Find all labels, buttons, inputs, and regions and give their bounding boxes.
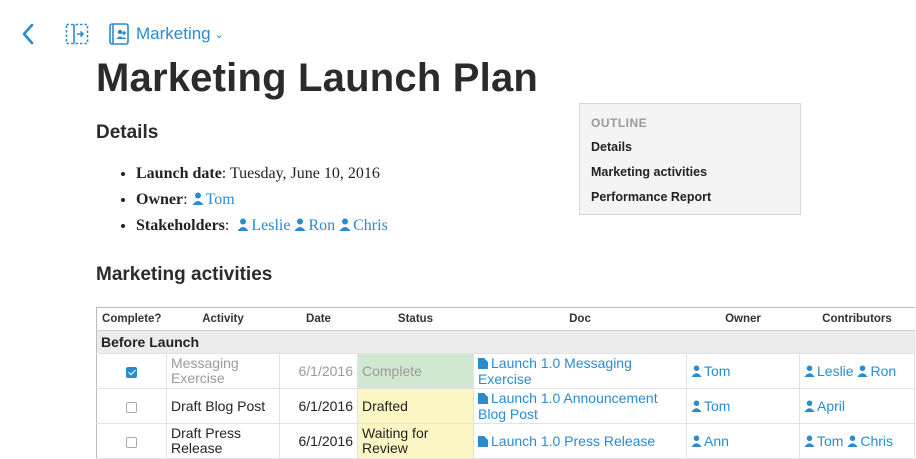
column-header[interactable]: Status xyxy=(357,307,474,331)
group-label: Before Launch xyxy=(96,330,915,354)
doc-link[interactable]: Launch 1.0 Press Release xyxy=(478,433,655,449)
stakeholder-mention[interactable]: Chris xyxy=(339,217,388,234)
stakeholders-item: Stakeholders: Leslie Ron Chris xyxy=(136,214,388,240)
person-icon xyxy=(804,365,815,377)
column-header[interactable]: Doc xyxy=(473,307,687,331)
doc-cell: Launch 1.0 Press Release xyxy=(473,423,687,459)
status-cell[interactable]: Drafted xyxy=(357,388,474,424)
launch-date-value: Tuesday, June 10, 2016 xyxy=(229,165,380,182)
table-row: Draft Blog Post 6/1/2016 Drafted Launch … xyxy=(96,388,915,424)
person-icon xyxy=(339,218,351,231)
marketing-activities-heading: Marketing activities xyxy=(96,264,273,285)
person-icon xyxy=(804,400,815,412)
complete-checkbox[interactable] xyxy=(126,401,137,413)
column-header[interactable]: Complete? xyxy=(96,307,167,331)
owner-mention[interactable]: Tom xyxy=(691,398,730,414)
document-icon xyxy=(478,393,488,404)
launch-date-label: Launch date xyxy=(136,165,222,182)
contributor-mention[interactable]: Chris xyxy=(847,433,893,449)
chevron-left-icon xyxy=(22,23,34,45)
contributor-mention[interactable]: Ron xyxy=(857,363,896,379)
date-cell[interactable]: 6/1/2016 xyxy=(279,353,358,389)
person-icon xyxy=(857,365,869,377)
person-icon xyxy=(804,435,815,447)
date-cell[interactable]: 6/1/2016 xyxy=(279,388,358,424)
contributor-mention[interactable]: Leslie xyxy=(804,363,854,379)
contributor-mention[interactable]: April xyxy=(804,398,845,414)
complete-cell xyxy=(96,423,167,459)
column-header[interactable]: Activity xyxy=(166,307,280,331)
doc-cell: Launch 1.0 Messaging Exercise xyxy=(473,353,687,389)
owner-mention[interactable]: Tom xyxy=(691,363,730,379)
date-cell[interactable]: 6/1/2016 xyxy=(279,423,358,459)
owner-label: Owner xyxy=(136,191,184,208)
owner-cell: Tom xyxy=(686,353,800,389)
table-row: Draft Press Release 6/1/2016 Waiting for… xyxy=(96,423,915,459)
back-button[interactable] xyxy=(18,21,38,47)
complete-checkbox[interactable] xyxy=(126,366,137,378)
person-icon xyxy=(847,435,858,447)
person-icon xyxy=(237,218,249,231)
launch-date-item: Launch date: Tuesday, June 10, 2016 xyxy=(136,162,388,188)
group-row: Before Launch xyxy=(96,330,915,354)
column-header[interactable]: Contributors xyxy=(799,307,915,331)
activity-cell[interactable]: Messaging Exercise xyxy=(166,353,280,389)
contributors-cell: Tom Chris xyxy=(799,423,915,459)
stakeholders-label: Stakeholders xyxy=(136,217,225,234)
owner-mention[interactable]: Ann xyxy=(691,433,729,449)
column-header[interactable]: Date xyxy=(279,307,358,331)
owner-cell: Ann xyxy=(686,423,800,459)
activity-cell[interactable]: Draft Press Release xyxy=(166,423,280,459)
doc-cell: Launch 1.0 Announcement Blog Post xyxy=(473,388,687,424)
status-cell[interactable]: Complete xyxy=(357,353,474,389)
details-heading: Details xyxy=(96,122,159,143)
contributors-cell: April xyxy=(799,388,915,424)
chevron-down-icon: ⌄ xyxy=(214,28,224,41)
folder-switcher-button[interactable]: Marketing ⌄ xyxy=(108,22,224,46)
column-header[interactable]: Owner xyxy=(686,307,800,331)
person-icon xyxy=(294,218,306,231)
page-title: Marketing Launch Plan xyxy=(96,56,539,100)
outline-item-marketing-activities[interactable]: Marketing activities xyxy=(591,165,800,190)
owner-cell: Tom xyxy=(686,388,800,424)
owner-item: Owner: Tom xyxy=(136,188,388,214)
activities-table: Complete? Activity Date Status Doc Owner… xyxy=(96,307,915,459)
complete-cell xyxy=(96,388,167,424)
details-list: Launch date: Tuesday, June 10, 2016 Owne… xyxy=(116,162,388,240)
complete-cell xyxy=(96,353,167,389)
person-icon xyxy=(691,365,702,377)
outline-heading: OUTLINE xyxy=(591,116,648,130)
outline-panel: OUTLINE Details Marketing activities Per… xyxy=(579,103,801,215)
document-icon xyxy=(478,358,488,369)
outline-item-details[interactable]: Details xyxy=(591,140,800,165)
doc-link[interactable]: Launch 1.0 Announcement Blog Post xyxy=(478,390,658,422)
document-icon xyxy=(478,436,488,447)
complete-checkbox[interactable] xyxy=(126,436,137,448)
sidebar-toggle-icon xyxy=(65,23,89,45)
table-row: Messaging Exercise 6/1/2016 Complete Lau… xyxy=(96,353,915,389)
person-icon xyxy=(691,400,702,412)
table-header-row: Complete? Activity Date Status Doc Owner… xyxy=(96,307,915,331)
person-icon xyxy=(691,435,702,447)
shared-folder-icon xyxy=(109,23,129,45)
contributor-mention[interactable]: Tom xyxy=(804,433,843,449)
top-bar: Marketing ⌄ xyxy=(18,20,224,48)
activity-cell[interactable]: Draft Blog Post xyxy=(166,388,280,424)
folder-name: Marketing xyxy=(136,24,211,43)
contributors-cell: Leslie Ron xyxy=(799,353,915,389)
status-cell[interactable]: Waiting for Review xyxy=(357,423,474,459)
person-icon xyxy=(192,192,204,205)
doc-link[interactable]: Launch 1.0 Messaging Exercise xyxy=(478,355,632,387)
sidebar-toggle-button[interactable] xyxy=(64,21,90,47)
stakeholder-mention[interactable]: Leslie xyxy=(237,217,290,234)
owner-mention[interactable]: Tom xyxy=(192,191,235,208)
outline-item-performance-report[interactable]: Performance Report xyxy=(591,190,800,215)
stakeholder-mention[interactable]: Ron xyxy=(294,217,335,234)
